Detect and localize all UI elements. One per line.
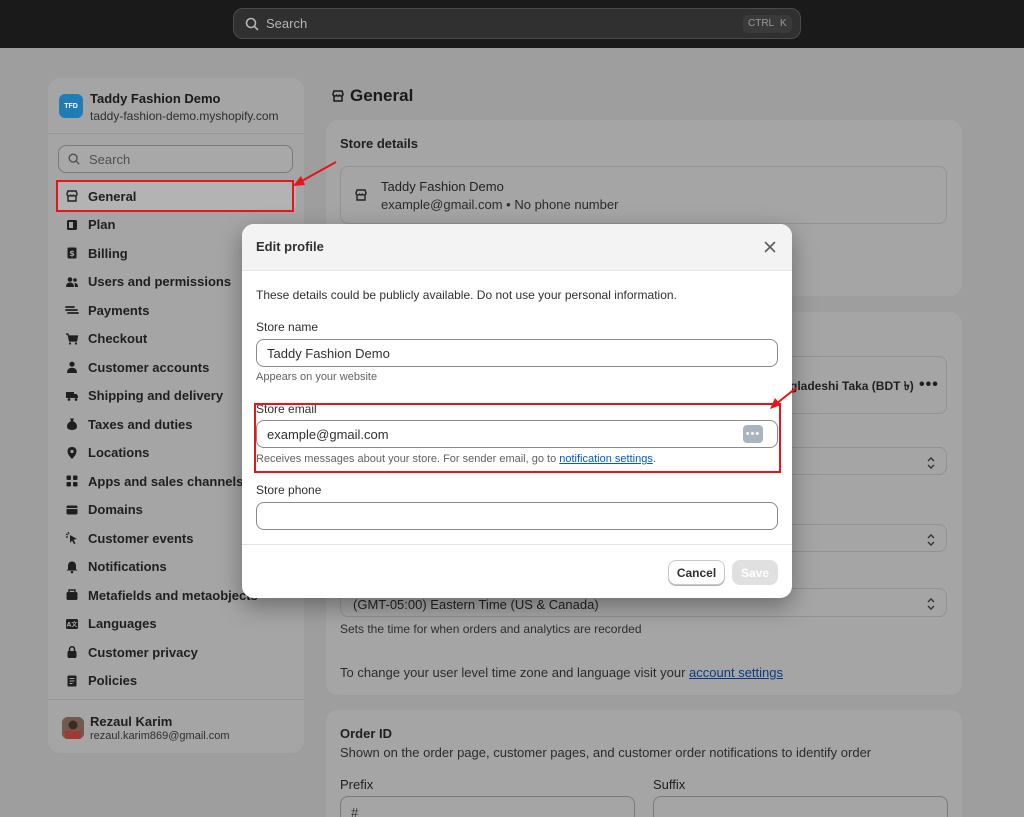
close-icon[interactable] [762,239,778,255]
order-id-description: Shown on the order page, customer pages,… [340,745,872,760]
avatar-image [62,717,84,739]
modal-footer: Cancel Save [242,544,792,598]
sidebar-item-policies[interactable]: Policies [56,667,296,696]
modal-title: Edit profile [256,239,324,254]
sidebar-item-label: Policies [88,673,138,689]
lock-icon [67,646,77,659]
sidebar-item-label: Users and permissions [88,274,232,290]
store-name-label: Store name [256,320,319,334]
sidebar-item-label: Domains [88,502,143,518]
search-icon [245,17,259,30]
modal-intro-text: These details could be publicly availabl… [256,288,677,302]
sidebar-item-label: Plan [88,217,116,233]
language-icon: A文 [66,618,79,629]
prefix-value: # [351,805,359,817]
suffix-input[interactable] [653,796,948,817]
store-profile-name: Taddy Fashion Demo [381,179,504,194]
save-button[interactable]: Save [732,560,778,585]
store-profile-contact: example@gmail.com • No phone number [381,197,619,212]
sidebar-item-languages[interactable]: A文 Languages [56,610,296,639]
account-settings-note: To change your user level time zone and … [340,665,783,680]
globe-icon [66,505,78,515]
page-title: General [331,86,413,106]
store-profile-row[interactable]: Taddy Fashion Demo example@gmail.com • N… [340,166,947,224]
sidebar-item-label: Checkout [88,331,148,347]
cart-icon [66,333,79,345]
store-icon [332,90,344,102]
sidebar-item-customer-privacy[interactable]: Customer privacy [56,638,296,667]
order-id-title: Order ID [340,726,393,741]
settings-search-placeholder: Search [89,151,131,167]
account-settings-link[interactable]: account settings [689,665,783,680]
bell-icon [66,561,78,574]
sidebar-item-label: Customer events [88,530,194,546]
store-name-value: Taddy Fashion Demo [267,346,390,361]
suffix-label: Suffix [653,777,686,792]
store-name-help: Appears on your website [256,371,378,383]
more-actions-icon[interactable]: ••• [919,376,939,394]
taxes-icon [67,418,77,431]
timezone-value: (GMT-05:00) Eastern Time (US & Canada) [353,597,599,612]
store-phone-input[interactable] [256,502,778,530]
select-chevron-icon [927,598,935,610]
store-domain: taddy-fashion-demo.myshopify.com [90,109,279,123]
shortcut-key-k: K [775,15,792,33]
person-icon [67,361,77,374]
cancel-button[interactable]: Cancel [668,560,725,585]
plan-icon [67,219,77,230]
store-phone-label: Store phone [256,483,322,497]
sidebar-item-label: Apps and sales channels [88,473,244,489]
sidebar-item-label: Notifications [88,559,167,575]
policies-icon [67,675,77,687]
apps-icon [66,475,78,487]
global-search-placeholder: Search [266,16,308,31]
sidebar-item-label: Metafields and metaobjects [88,587,258,603]
metafields-icon [66,589,78,601]
search-icon [68,153,80,165]
prefix-label: Prefix [340,777,374,792]
payments-icon [65,306,79,315]
billing-icon: $ [67,247,77,259]
store-avatar: TFD [59,94,83,118]
users-icon [66,276,78,287]
sidebar-item-label: Customer accounts [88,359,210,375]
sidebar-item-label: Customer privacy [88,644,198,660]
sidebar-item-label: Locations [88,445,150,461]
truck-icon [66,391,78,401]
currency-value: gladeshi Taka (BDT ৳) [790,379,914,393]
top-bar: Search CTRL K [0,0,1024,48]
modal-header: Edit profile [242,224,792,271]
annotation-box-store-email [254,403,781,473]
prefix-input[interactable]: # [340,796,635,817]
user-name: Rezaul Karim [90,714,173,729]
global-search-input[interactable]: Search CTRL K [233,8,801,39]
store-name-input[interactable]: Taddy Fashion Demo [256,339,778,367]
sidebar-item-label: Shipping and delivery [88,388,224,404]
cursor-icon [65,531,77,545]
account-settings-text: To change your user level time zone and … [340,665,690,680]
order-id-card: Order ID Shown on the order page, custom… [326,710,962,817]
user-profile[interactable]: Rezaul Karim rezaul.karim869@gmail.com [48,699,304,753]
timezone-help: Sets the time for when orders and analyt… [340,622,642,636]
page-title-text: General [350,86,414,105]
store-name: Taddy Fashion Demo [90,91,221,106]
svg-text:$: $ [69,249,75,258]
sidebar-item-label: Payments [88,302,150,318]
store-icon [355,189,367,201]
select-chevron-icon [927,457,935,469]
store-header[interactable]: TFD Taddy Fashion Demo taddy-fashion-dem… [48,78,304,134]
shortcut-key-ctrl: CTRL [743,15,780,33]
sidebar-item-label: Languages [88,616,157,632]
avatar [62,717,84,739]
settings-search-input[interactable]: Search [58,145,293,173]
select-chevron-icon [927,534,935,546]
location-icon [67,446,77,459]
svg-text:A文: A文 [67,620,79,628]
annotation-box-general [56,180,294,212]
store-details-title: Store details [340,136,419,151]
user-email: rezaul.karim869@gmail.com [90,730,230,742]
sidebar-item-label: Billing [88,245,128,261]
sidebar-item-label: Taxes and duties [88,416,193,432]
